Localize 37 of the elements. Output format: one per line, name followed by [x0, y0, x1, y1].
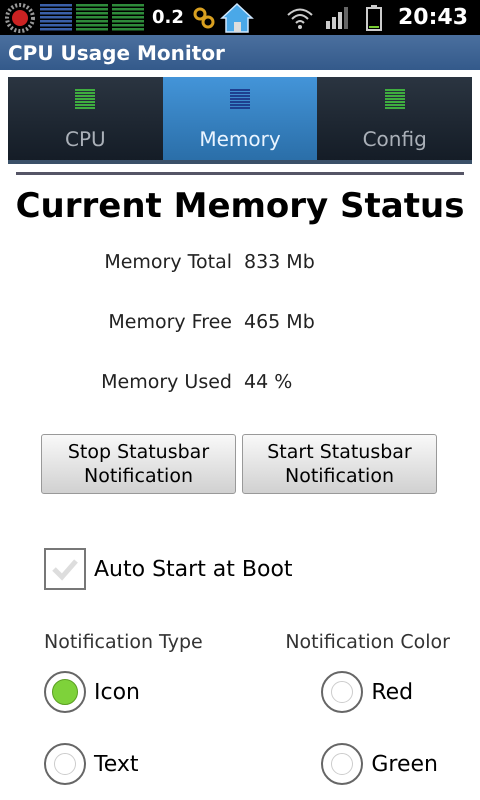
stat-label: Memory Used — [100, 370, 232, 395]
stat-value: 465 Mb — [244, 310, 315, 335]
group-label: Notification Color — [285, 630, 450, 656]
gauge-icon — [4, 2, 36, 34]
signal-icon — [326, 6, 350, 28]
notification-button[interactable]: Stop Statusbar Notification — [41, 434, 236, 494]
check-icon — [51, 557, 79, 582]
load-text: 0.2 — [152, 6, 184, 30]
bars-icon — [112, 4, 144, 32]
stat-value: 833 Mb — [244, 250, 315, 275]
radio-button[interactable] — [321, 743, 364, 786]
stat-value: 44 % — [244, 370, 292, 395]
radio-label: Green — [371, 750, 438, 779]
stat-label: Memory Free — [107, 310, 232, 335]
bars-icon — [76, 4, 108, 32]
wifi-icon — [286, 6, 314, 30]
heading: Current Memory Status — [14, 185, 466, 228]
app-title: CPU Usage Monitor — [8, 40, 225, 66]
tab[interactable]: CPU — [8, 77, 163, 160]
radio-label: Red — [371, 678, 414, 707]
stat-label: Memory Total — [103, 250, 232, 275]
link-icon — [192, 6, 216, 30]
bars-icon — [40, 4, 72, 32]
radio-button[interactable] — [44, 671, 86, 714]
group-label: Notification Type — [44, 630, 203, 656]
radio-button[interactable] — [321, 671, 364, 714]
radio-label: Text — [94, 750, 138, 779]
clock-text: 20:43 — [398, 4, 468, 32]
checkbox-label: Auto Start at Boot — [94, 556, 293, 584]
battery-icon — [366, 4, 382, 30]
tab[interactable]: Config — [317, 77, 472, 160]
notification-button[interactable]: Start Statusbar Notification — [242, 434, 437, 494]
tab[interactable]: Memory — [162, 77, 318, 160]
checkbox[interactable] — [44, 548, 86, 590]
home-icon — [220, 2, 254, 34]
radio-button[interactable] — [44, 743, 86, 786]
radio-label: Icon — [94, 678, 140, 707]
